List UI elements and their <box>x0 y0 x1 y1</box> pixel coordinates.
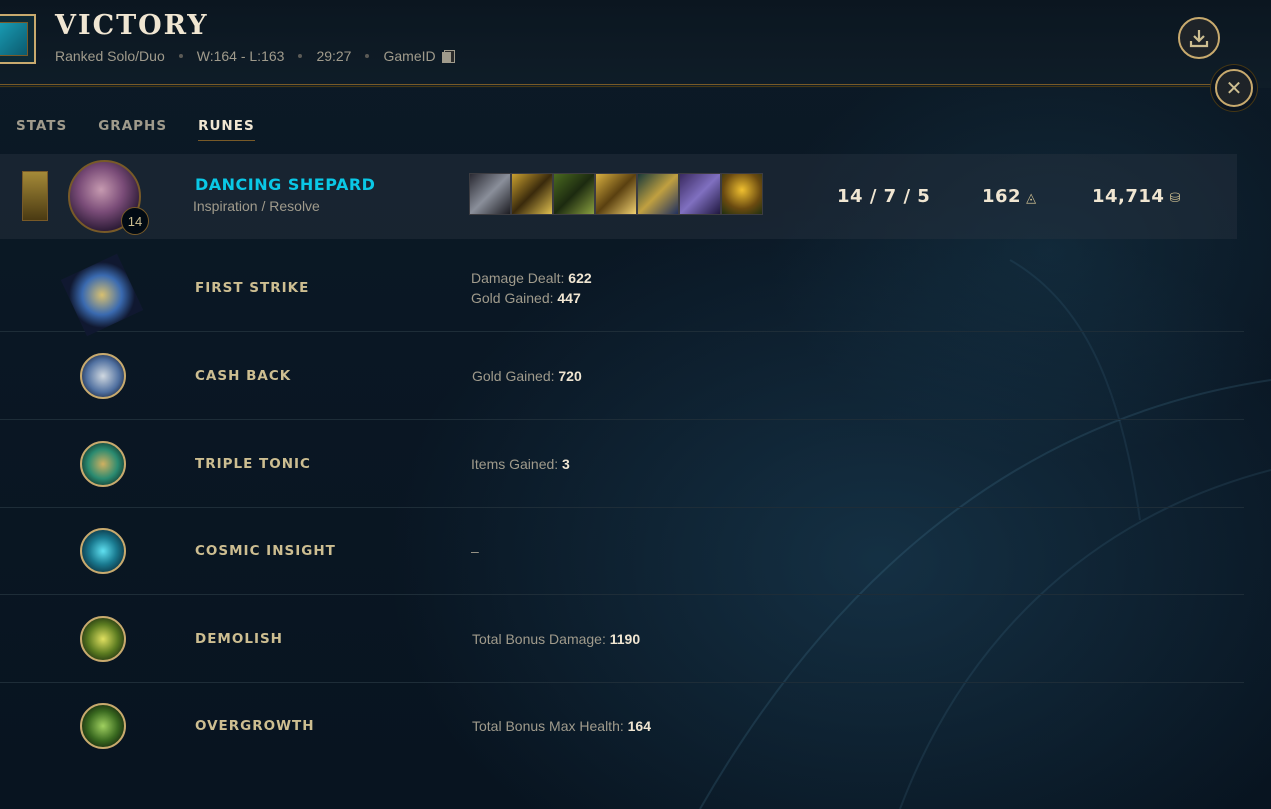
rune-name: FIRST STRIKE <box>195 280 310 296</box>
match-header: VICTORY Ranked Solo/Duo W:164 - L:163 29… <box>0 0 1271 88</box>
tab-runes[interactable]: RUNES <box>198 118 255 141</box>
item-slot[interactable] <box>637 173 679 215</box>
item-slot[interactable] <box>553 173 595 215</box>
rune-row: COSMIC INSIGHT – <box>0 507 1244 595</box>
rune-row: OVERGROWTH Total Bonus Max Health: 164 <box>0 682 1244 770</box>
minion-icon: ◬ <box>1021 191 1037 206</box>
item-slot[interactable] <box>595 173 637 215</box>
match-meta: Ranked Solo/Duo W:164 - L:163 29:27 Game… <box>55 48 455 64</box>
copy-icon[interactable] <box>441 49 455 63</box>
rune-stats: Total Bonus Damage: 1190 <box>472 631 641 647</box>
rune-stats: Damage Dealt: 622 Gold Gained: 447 <box>471 270 592 306</box>
cash-back-icon <box>80 353 126 399</box>
first-strike-icon <box>60 253 144 337</box>
rune-name: TRIPLE TONIC <box>195 456 311 472</box>
item-slot[interactable] <box>511 173 553 215</box>
triple-tonic-icon <box>80 441 126 487</box>
cosmic-insight-icon <box>80 528 126 574</box>
rune-stats: – <box>471 543 479 559</box>
champion-level-badge: 14 <box>121 207 149 235</box>
rune-stats: Gold Gained: 720 <box>472 368 582 384</box>
demolish-icon <box>80 616 126 662</box>
tab-stats[interactable]: STATS <box>16 118 67 141</box>
rune-row: CASH BACK Gold Gained: 720 <box>0 332 1244 420</box>
cs-value: 162 ◬ <box>982 186 1037 207</box>
queue-type: Ranked Solo/Duo <box>55 48 165 64</box>
rune-stats: Total Bonus Max Health: 164 <box>472 718 651 734</box>
kda-value: 14 / 7 / 5 <box>837 186 931 207</box>
item-build <box>469 173 763 215</box>
game-id-label: GameID <box>383 48 436 64</box>
game-duration: 29:27 <box>316 48 352 64</box>
close-icon: ✕ <box>1225 77 1243 100</box>
rune-row: DEMOLISH Total Bonus Damage: 1190 <box>0 595 1244 683</box>
rune-stats: Items Gained: 3 <box>471 456 570 472</box>
rune-name: DEMOLISH <box>195 631 283 647</box>
rune-name: COSMIC INSIGHT <box>195 543 336 559</box>
close-button[interactable]: ✕ <box>1215 69 1253 107</box>
match-result-title: VICTORY <box>55 10 209 41</box>
tab-graphs[interactable]: GRAPHS <box>98 118 167 141</box>
win-loss-record: W:164 - L:163 <box>196 48 285 64</box>
gold-icon: ⛁ <box>1164 191 1181 206</box>
role-icon <box>22 171 48 221</box>
trinket-slot[interactable] <box>721 173 763 215</box>
overgrowth-icon <box>80 703 126 749</box>
rune-name: OVERGROWTH <box>195 718 315 734</box>
rune-name: CASH BACK <box>195 368 292 384</box>
download-icon <box>1189 30 1209 48</box>
gold-value: 14,714 ⛁ <box>1092 186 1181 207</box>
rune-row: TRIPLE TONIC Items Gained: 3 <box>0 420 1244 508</box>
header-divider <box>0 84 1228 87</box>
separator-dot <box>298 54 303 58</box>
separator-dot <box>365 54 370 58</box>
item-slot[interactable] <box>679 173 721 215</box>
tab-bar: STATS GRAPHS RUNES <box>16 118 286 141</box>
victory-crest-icon <box>0 14 36 64</box>
rune-paths: Inspiration / Resolve <box>193 198 320 214</box>
item-slot[interactable] <box>469 173 511 215</box>
download-button[interactable] <box>1178 17 1220 59</box>
rune-row: FIRST STRIKE Damage Dealt: 622 Gold Gain… <box>0 244 1244 337</box>
separator-dot <box>178 54 183 58</box>
player-name[interactable]: DANCING SHEPARD <box>195 175 375 194</box>
